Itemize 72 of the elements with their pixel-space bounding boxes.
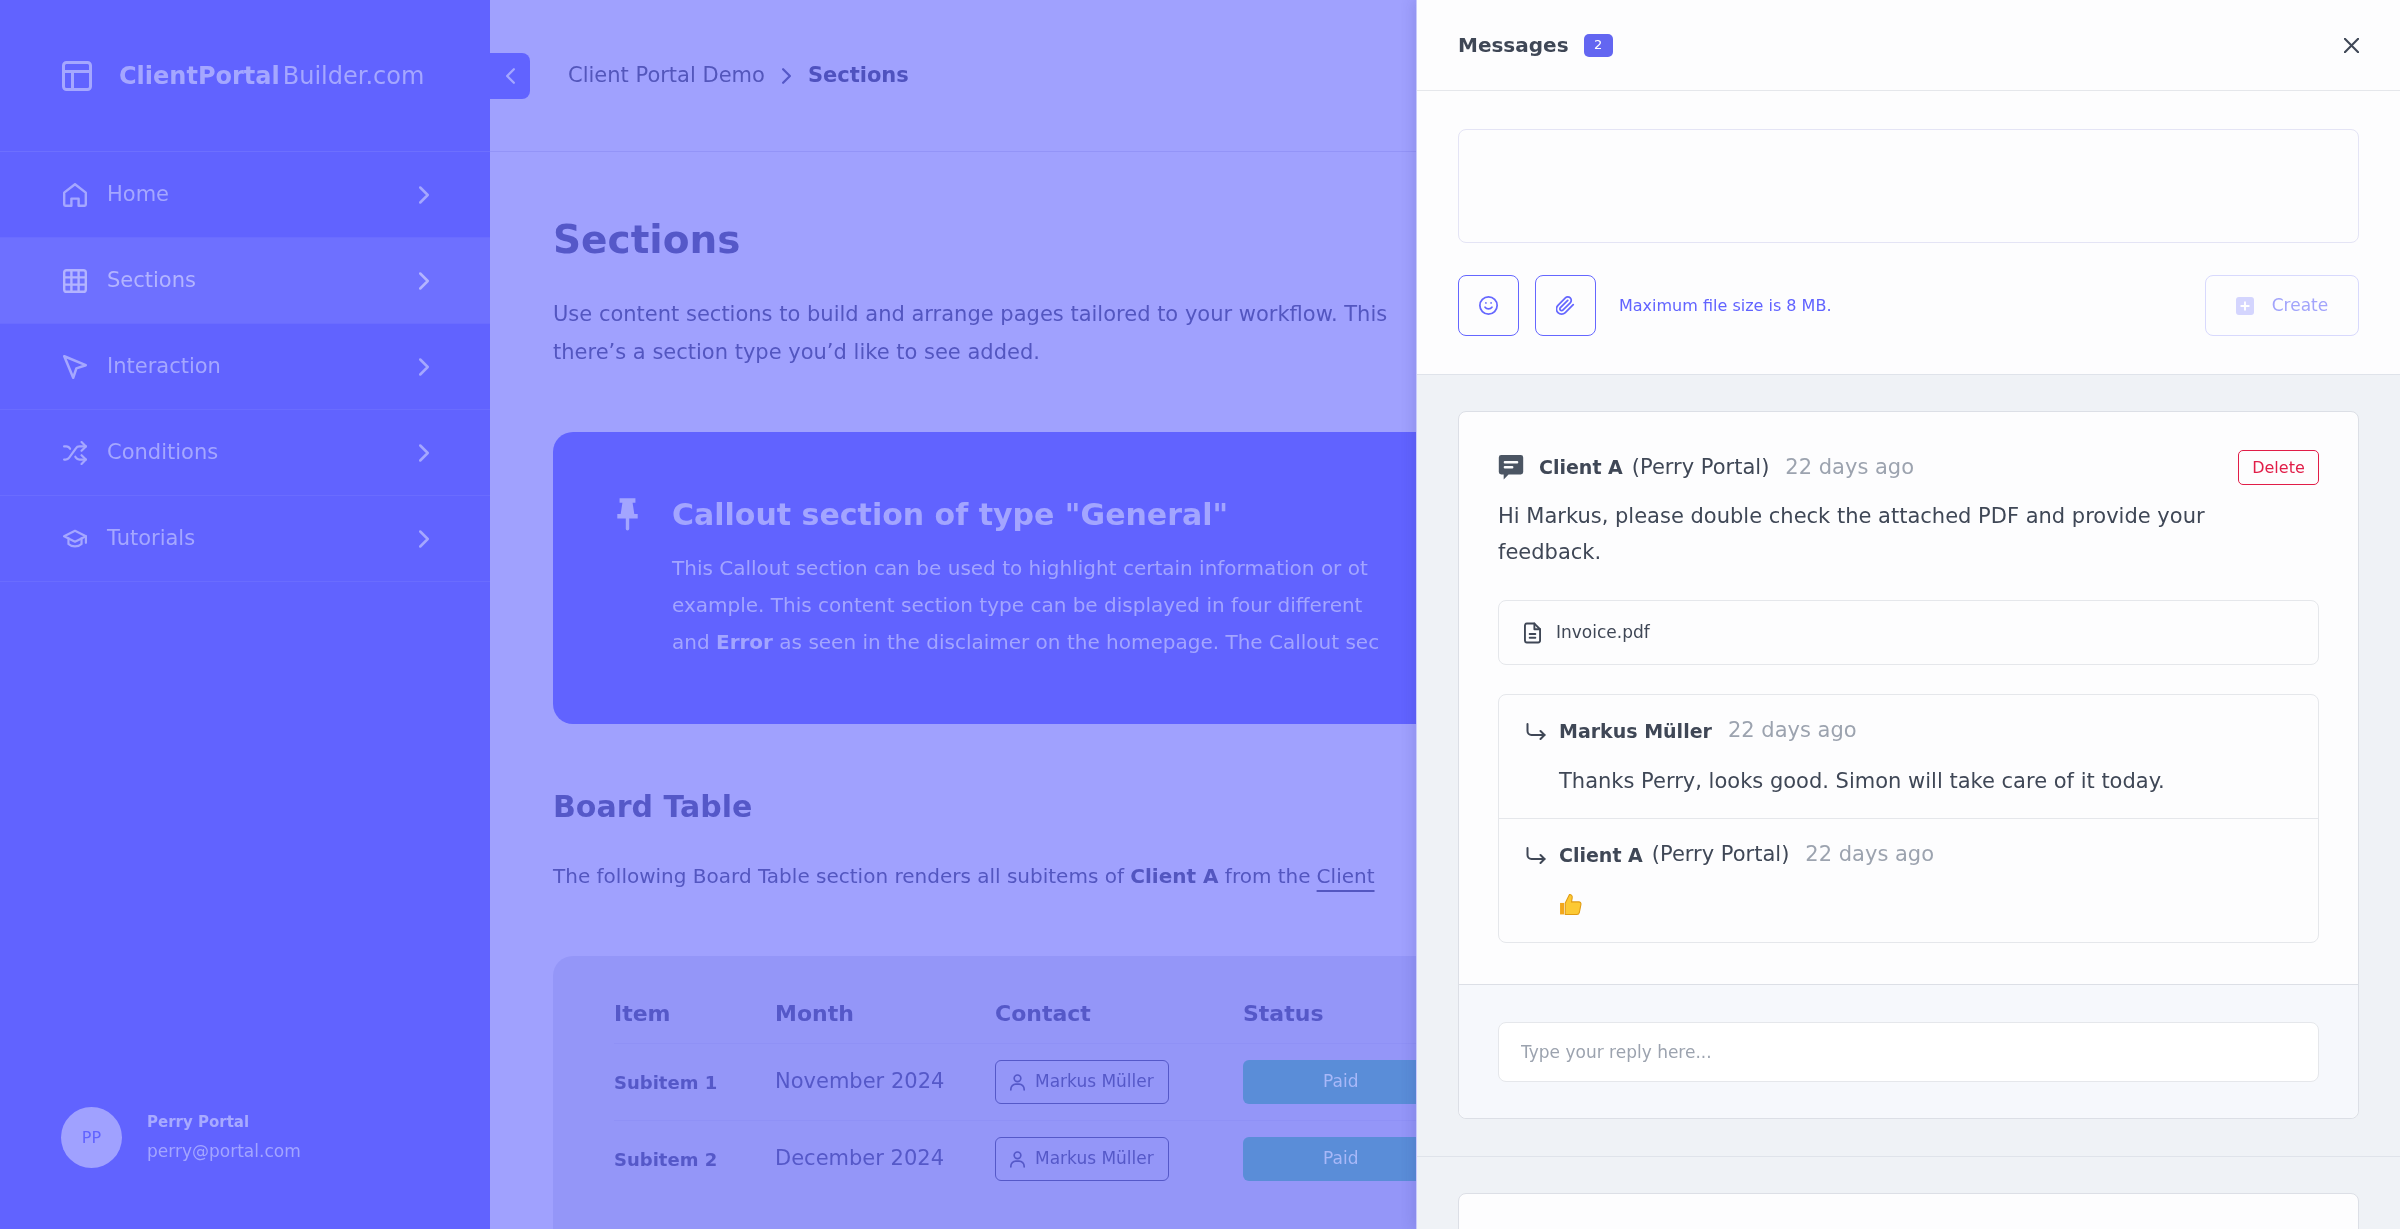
- timestamp: 22 days ago: [1805, 841, 1935, 869]
- author-org: (Perry Portal): [1631, 453, 1770, 481]
- panel-title: Messages: [1458, 32, 1569, 59]
- table-cell-text: Subitem 1: [614, 1070, 718, 1095]
- table-cell-text: November 2024: [775, 1068, 945, 1096]
- column-header: Month: [775, 999, 854, 1028]
- author-name: Markus Müller: [1559, 718, 1712, 744]
- count-badge: 2: [1583, 33, 1613, 57]
- smiley-icon: [1479, 296, 1498, 315]
- person-icon: [1010, 1150, 1025, 1168]
- cursor-icon: [63, 354, 87, 379]
- contact-chip[interactable]: Markus Müller: [995, 1060, 1169, 1104]
- intro-text: Use content sections to build and arrange pages tailored to your workflow. This: [553, 301, 1388, 328]
- reply-arrow-icon: [1524, 846, 1548, 864]
- chevron-right-icon: [419, 271, 429, 290]
- chevron-right-icon: [419, 185, 429, 204]
- avatar: PP: [61, 1107, 122, 1168]
- timestamp: 22 days ago: [1785, 453, 1915, 481]
- close-icon: [2344, 37, 2359, 53]
- user-name: Perry Portal: [147, 1111, 251, 1133]
- callout-text: and Error as seen in the disclaimer on the homepage. The Callout sec: [672, 629, 1380, 656]
- table-cell-text: Subitem 2: [614, 1147, 718, 1172]
- nav-item[interactable]: Sections: [0, 238, 490, 324]
- document-icon: [1524, 621, 1541, 644]
- logo-text: ClientPortal Builder.com: [119, 60, 425, 92]
- table-icon: [63, 268, 87, 293]
- status-badge: Paid: [1243, 1137, 1416, 1181]
- author-name: Client A: [1559, 842, 1643, 868]
- attachment-item[interactable]: Invoice.pdf: [1498, 600, 2319, 665]
- user-email: perry@portal.com: [147, 1140, 301, 1163]
- contact-chip[interactable]: Markus Müller: [995, 1137, 1169, 1181]
- timestamp: 22 days ago: [1727, 717, 1857, 745]
- status-badge: Paid: [1243, 1060, 1416, 1104]
- section-text: The following Board Table section renders all subitems of Client A from the Client: [553, 863, 1375, 890]
- attach-button[interactable]: [1535, 275, 1596, 336]
- pin-icon: [614, 497, 641, 531]
- home-icon: [63, 182, 87, 207]
- callout-text: This Callout section can be used to highlight certain information or ot: [672, 555, 1368, 582]
- reply-input[interactable]: Type your reply here...: [1498, 1022, 2319, 1082]
- chat-icon: [1498, 455, 1524, 480]
- emoji-button[interactable]: [1458, 275, 1519, 336]
- table-cell-text: December 2024: [775, 1145, 944, 1173]
- chevron-right-icon: [419, 529, 429, 548]
- chevron-left-icon: [505, 67, 515, 84]
- delete-button[interactable]: Delete: [2238, 450, 2319, 485]
- close-button[interactable]: [2344, 37, 2359, 53]
- thumbs-up-icon: [1559, 893, 1582, 916]
- chevron-right-icon: [419, 443, 429, 462]
- paperclip-icon: [1556, 296, 1575, 315]
- breadcrumb-link[interactable]: Sections: [807, 59, 909, 92]
- file-size-hint: Maximum file size is 8 MB.: [1619, 294, 1832, 317]
- column-header: Contact: [995, 999, 1091, 1028]
- page-title: Sections: [553, 219, 741, 261]
- shuffle-icon: [63, 440, 87, 465]
- layout-icon: [61, 60, 93, 91]
- person-icon: [1010, 1073, 1025, 1091]
- author-name: Client A: [1539, 455, 1623, 481]
- client-link[interactable]: Client: [1316, 864, 1375, 888]
- section-title: Board Table: [553, 789, 753, 825]
- intro-text: there’s a section type you’d like to see added.: [553, 339, 1040, 366]
- plus-square-icon: [2235, 296, 2254, 315]
- message-text: Hi Markus, please double check the attached PDF and provide your feedback.: [1498, 503, 2206, 566]
- column-header: Item: [614, 999, 671, 1028]
- chevron-right-icon: [781, 67, 791, 84]
- author-org: (Perry Portal): [1651, 841, 1790, 869]
- callout-title: Callout section of type "General": [672, 497, 1229, 533]
- column-header: Status: [1243, 999, 1324, 1028]
- breadcrumb-link[interactable]: Client Portal Demo: [568, 59, 765, 92]
- chevron-right-icon: [419, 357, 429, 376]
- callout-text: example. This content section type can be displayed in four different: [672, 592, 1363, 619]
- reply-arrow-icon: [1524, 722, 1548, 740]
- reply-text: Thanks Perry, looks good. Simon will take care of it today.: [1559, 768, 2166, 795]
